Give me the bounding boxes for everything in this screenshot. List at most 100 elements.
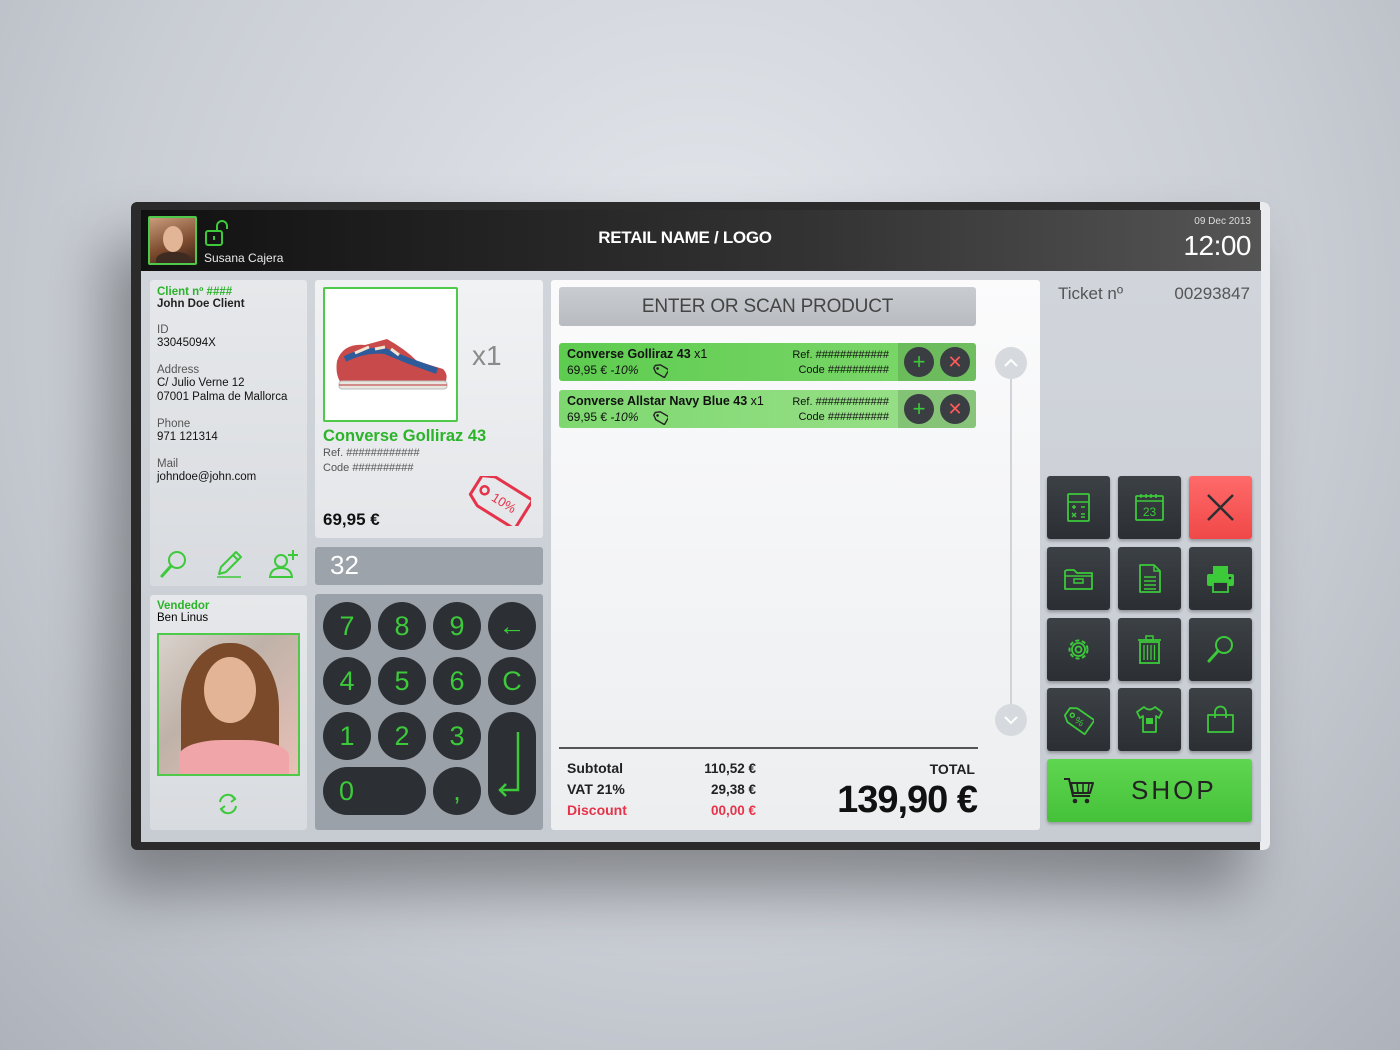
line-item-ref: Ref. ############: [792, 396, 889, 408]
tag-icon: [653, 364, 668, 378]
calculator-button[interactable]: [1047, 476, 1110, 539]
shopping-bag-button[interactable]: [1189, 688, 1252, 751]
settings-button[interactable]: [1047, 618, 1110, 681]
scan-product-input[interactable]: ENTER OR SCAN PRODUCT: [559, 287, 976, 326]
ticket-line-item[interactable]: Converse Golliraz 43 x1 69,95 € -10% Ref…: [559, 343, 976, 381]
discount-button[interactable]: %: [1047, 688, 1110, 751]
line-item-ref: Ref. ############: [792, 349, 889, 361]
line-item-actions: + ✕: [898, 390, 976, 428]
key-3[interactable]: 3: [433, 712, 481, 760]
top-bar: Susana Cajera RETAIL NAME / LOGO 09 Dec …: [141, 210, 1261, 271]
scroll-up-button[interactable]: [995, 347, 1027, 379]
numeric-keypad: 7 8 9 ← 4 5 6 C 1 2 3 0 ,: [315, 594, 543, 830]
client-phone-value: 971 121314: [157, 431, 218, 443]
client-actions: [158, 548, 300, 582]
client-name: John Doe Client: [157, 298, 245, 310]
key-9[interactable]: 9: [433, 602, 481, 650]
shop-button-label: SHOP: [1131, 775, 1217, 805]
discount-value: 00,00 €: [710, 803, 756, 818]
line-item-title: Converse Golliraz 43: [567, 347, 691, 361]
key-6[interactable]: 6: [433, 657, 481, 705]
key-0[interactable]: 0: [323, 767, 426, 815]
key-2[interactable]: 2: [378, 712, 426, 760]
seller-label: Vendedor: [157, 600, 210, 612]
refresh-icon[interactable]: [214, 790, 242, 818]
ticket-panel: ENTER OR SCAN PRODUCT Converse Golliraz …: [551, 280, 1040, 830]
product-detail-card: x1 Converse Golliraz 43 Ref. ###########…: [315, 280, 543, 538]
line-item-name: Converse Golliraz 43 x1: [567, 347, 707, 361]
line-item-discount: -10%: [610, 410, 639, 424]
search-button[interactable]: [1189, 618, 1252, 681]
key-comma[interactable]: ,: [433, 767, 481, 815]
line-item-price-value: 69,95 €: [567, 410, 608, 424]
client-card: Client nº #### John Doe Client ID 330450…: [150, 280, 307, 586]
ticket-line-item[interactable]: Converse Allstar Navy Blue 43 x1 69,95 €…: [559, 390, 976, 428]
discount-tag-label: 10%: [489, 490, 519, 517]
add-quantity-button[interactable]: +: [904, 394, 934, 424]
chevron-up-icon: [1004, 358, 1018, 367]
total-label: TOTAL: [929, 761, 975, 777]
remove-item-button[interactable]: ✕: [940, 394, 970, 424]
header-date: 09 Dec 2013: [1194, 216, 1251, 227]
document-icon: [1139, 564, 1161, 593]
key-4[interactable]: 4: [323, 657, 371, 705]
document-button[interactable]: [1118, 547, 1181, 610]
keypad-display[interactable]: 32: [315, 547, 543, 585]
open-folder-button[interactable]: [1047, 547, 1110, 610]
device-edge: [1260, 202, 1270, 850]
key-enter[interactable]: [488, 712, 536, 815]
line-item-name: Converse Allstar Navy Blue 43 x1: [567, 394, 764, 408]
ticket-number: 00293847: [1174, 284, 1250, 303]
client-id-label: ID: [157, 324, 169, 336]
bag-icon: [1207, 705, 1234, 733]
shoe-image: [336, 339, 448, 390]
seller-photo: [157, 633, 300, 776]
trash-icon: [1138, 635, 1161, 664]
discount-tag-icon: %: [1063, 707, 1094, 735]
key-backspace[interactable]: ←: [488, 602, 536, 650]
line-item-title: Converse Allstar Navy Blue 43: [567, 394, 748, 408]
line-item-code: Code ##########: [798, 411, 889, 423]
calendar-button[interactable]: 23: [1118, 476, 1181, 539]
client-number: Client nº ####: [157, 286, 233, 298]
print-button[interactable]: [1189, 547, 1252, 610]
calculator-icon: [1067, 493, 1090, 522]
key-clear[interactable]: C: [488, 657, 536, 705]
clothing-button[interactable]: [1118, 688, 1181, 751]
enter-icon: [498, 732, 520, 797]
add-quantity-button[interactable]: +: [904, 347, 934, 377]
key-8[interactable]: 8: [378, 602, 426, 650]
scrollbar-track[interactable]: [1010, 357, 1012, 723]
tag-icon: [653, 411, 668, 425]
product-image[interactable]: [323, 287, 458, 422]
line-item-code: Code ##########: [798, 364, 889, 376]
product-ref: Ref. ############: [323, 447, 420, 459]
client-address-line2: 07001 Palma de Mallorca: [157, 391, 288, 403]
cashier-name: Susana Cajera: [204, 251, 284, 265]
calendar-icon: 23: [1135, 494, 1164, 521]
client-address-label: Address: [157, 364, 200, 376]
delete-button[interactable]: [1118, 618, 1181, 681]
add-user-icon[interactable]: [268, 548, 300, 580]
key-1[interactable]: 1: [323, 712, 371, 760]
product-name: Converse Golliraz 43: [323, 427, 487, 445]
ticket-number-label: Ticket nº: [1058, 284, 1124, 303]
scroll-down-button[interactable]: [995, 704, 1027, 736]
remove-item-button[interactable]: ✕: [940, 347, 970, 377]
client-address-line1: C/ Julio Verne 12: [157, 377, 245, 389]
line-item-price-value: 69,95 €: [567, 363, 608, 377]
shop-checkout-button[interactable]: SHOP: [1047, 759, 1252, 822]
pencil-icon[interactable]: [213, 548, 245, 580]
product-quantity: x1: [472, 340, 502, 371]
shirt-icon: [1136, 706, 1163, 733]
retail-logo: RETAIL NAME / LOGO: [598, 228, 772, 247]
total-value: 139,90 €: [837, 779, 978, 821]
line-item-price: 69,95 € -10%: [567, 410, 638, 424]
key-5[interactable]: 5: [378, 657, 426, 705]
client-id-value: 33045094X: [157, 337, 216, 349]
cart-icon: [1064, 778, 1094, 804]
cancel-sale-button[interactable]: [1189, 476, 1252, 539]
key-7[interactable]: 7: [323, 602, 371, 650]
printer-icon: [1207, 566, 1234, 593]
search-icon[interactable]: [158, 548, 190, 580]
